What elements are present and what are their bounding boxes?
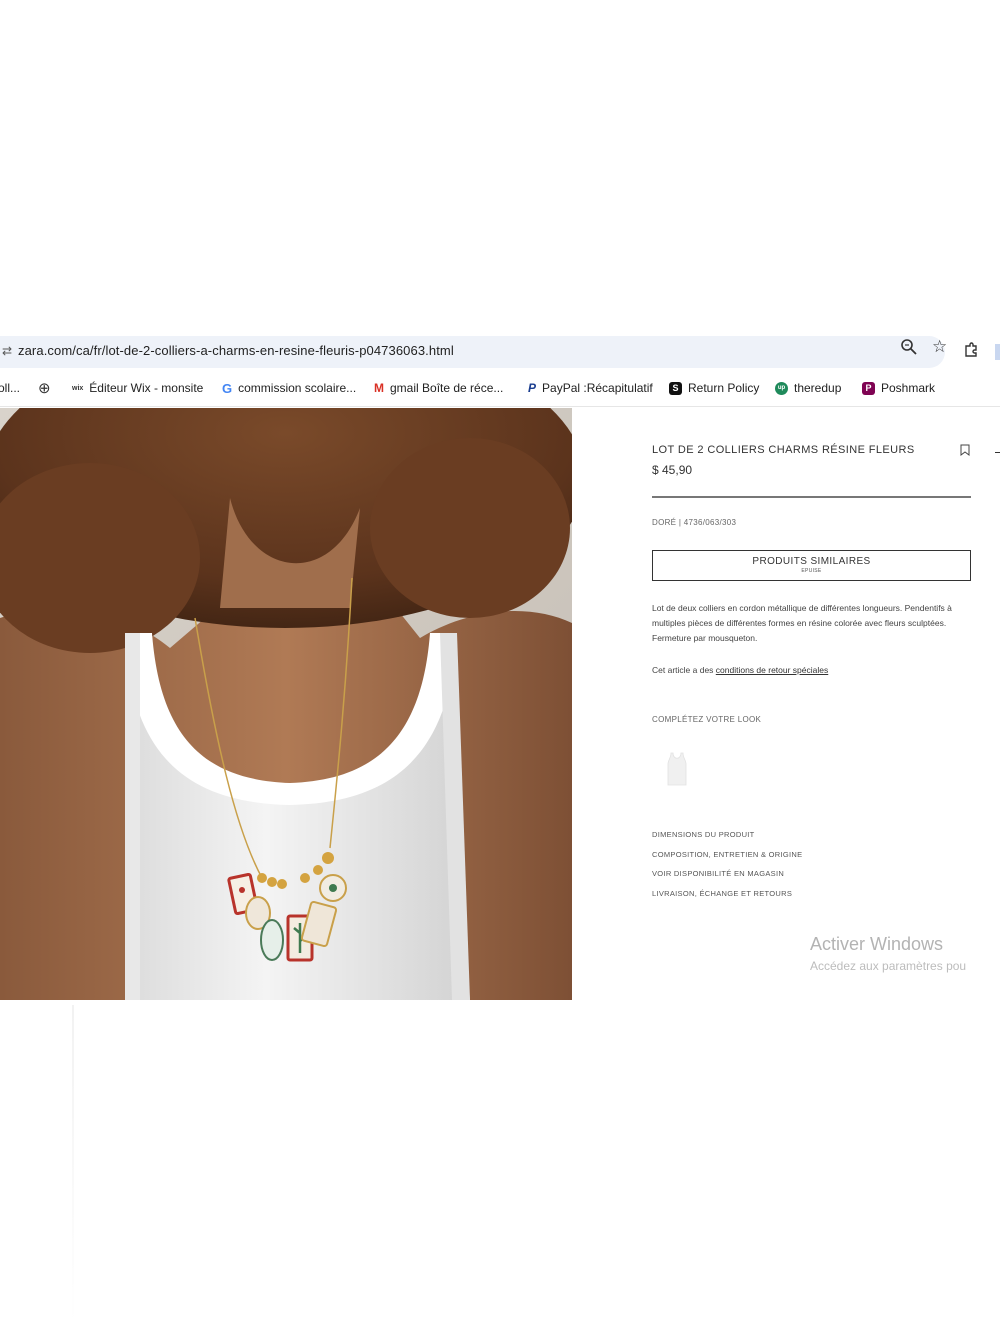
zoom-icon[interactable] — [900, 338, 918, 356]
bookmark-paypal[interactable]: P PayPal :Récapitulatif — [528, 379, 653, 397]
windows-watermark-title: Activer Windows — [810, 934, 944, 954]
bookmark-label: Poshmark — [881, 381, 936, 395]
bookmark-folder[interactable]: oll... — [0, 379, 20, 397]
collapse-icon[interactable] — [995, 452, 1000, 453]
poshmark-icon: P — [862, 381, 875, 395]
product-price: $ 45,90 — [652, 463, 693, 477]
bookmark-star-icon[interactable]: ☆ — [932, 337, 947, 357]
omnibox[interactable]: ⇄ zara.com/ca/fr/lot-de-2-colliers-a-cha… — [0, 336, 945, 368]
bookmark-globe[interactable]: ⊕ — [38, 379, 51, 397]
link-store-availability[interactable]: VOIR DISPONIBILITÉ EN MAGASIN — [652, 869, 802, 889]
s-icon: S — [669, 381, 682, 395]
bookmark-label: theredup — [794, 381, 842, 395]
similar-products-label: PRODUITS SIMILAIRES — [752, 556, 871, 567]
product-links: DIMENSIONS DU PRODUIT COMPOSITION, ENTRE… — [652, 830, 802, 908]
look-thumbnail-tank[interactable] — [666, 752, 688, 786]
bookmark-label: oll... — [0, 381, 21, 395]
return-prefix: Cet article a des — [652, 665, 716, 675]
link-composition[interactable]: COMPOSITION, ENTRETIEN & ORIGINE — [652, 850, 802, 870]
return-notice: Cet article a des conditions de retour s… — [652, 665, 828, 675]
bookmark-thredup[interactable]: up theredup — [775, 379, 841, 397]
gmail-icon: M — [374, 381, 384, 395]
bookmark-label: Éditeur Wix - monsite — [89, 381, 204, 395]
save-bookmark-icon[interactable] — [960, 444, 970, 456]
link-shipping-returns[interactable]: LIVRAISON, ÉCHANGE ET RETOURS — [652, 889, 802, 909]
bookmark-poshmark[interactable]: P Poshmark — [862, 379, 935, 397]
model-illustration — [0, 408, 572, 1000]
paypal-icon: P — [528, 381, 537, 395]
globe-icon: ⊕ — [38, 380, 51, 397]
return-conditions-link[interactable]: conditions de retour spéciales — [716, 665, 828, 675]
sold-out-label: EPUISE — [801, 568, 822, 574]
scan-edge — [72, 1005, 74, 1325]
product-photo[interactable] — [0, 408, 572, 1000]
bookmark-label: commission scolaire... — [238, 381, 357, 395]
bookmark-gmail[interactable]: M gmail Boîte de réce... — [374, 379, 503, 397]
google-icon: G — [222, 380, 233, 396]
url-text[interactable]: zara.com/ca/fr/lot-de-2-colliers-a-charm… — [18, 343, 454, 358]
site-info-icon[interactable]: ⇄ — [2, 344, 12, 358]
bookmark-label: PayPal :Récapitulatif — [542, 381, 653, 395]
bookmark-wix[interactable]: wix Éditeur Wix - monsite — [72, 379, 203, 397]
wix-icon: wix — [72, 384, 84, 392]
bookmarks-bar: oll... ⊕ wix Éditeur Wix - monsite G com… — [0, 376, 1000, 400]
bookmark-google[interactable]: G commission scolaire... — [222, 379, 356, 397]
bookmark-label: gmail Boîte de réce... — [390, 381, 504, 395]
extensions-icon[interactable] — [963, 342, 979, 358]
bookmark-return-policy[interactable]: S Return Policy — [669, 379, 759, 397]
complete-look-heading: COMPLÉTEZ VOTRE LOOK — [652, 715, 762, 724]
product-description: Lot de deux colliers en cordon métalliqu… — [652, 603, 952, 643]
address-bar-row: ⇄ zara.com/ca/fr/lot-de-2-colliers-a-cha… — [0, 332, 1000, 372]
thredup-icon: up — [775, 381, 788, 395]
profile-edge[interactable] — [995, 344, 1000, 360]
color-reference: DORÉ | 4736/063/303 — [652, 518, 737, 527]
toolbar-divider — [0, 406, 1000, 407]
windows-watermark-subtitle: Accédez aux paramètres pou — [810, 959, 967, 973]
add-to-cart-rule — [652, 496, 971, 498]
link-dimensions[interactable]: DIMENSIONS DU PRODUIT — [652, 830, 802, 850]
product-title: LOT DE 2 COLLIERS CHARMS RÉSINE FLEURS — [652, 444, 915, 456]
similar-products-button[interactable]: PRODUITS SIMILAIRES EPUISE — [652, 550, 971, 581]
bookmark-label: Return Policy — [688, 381, 760, 395]
